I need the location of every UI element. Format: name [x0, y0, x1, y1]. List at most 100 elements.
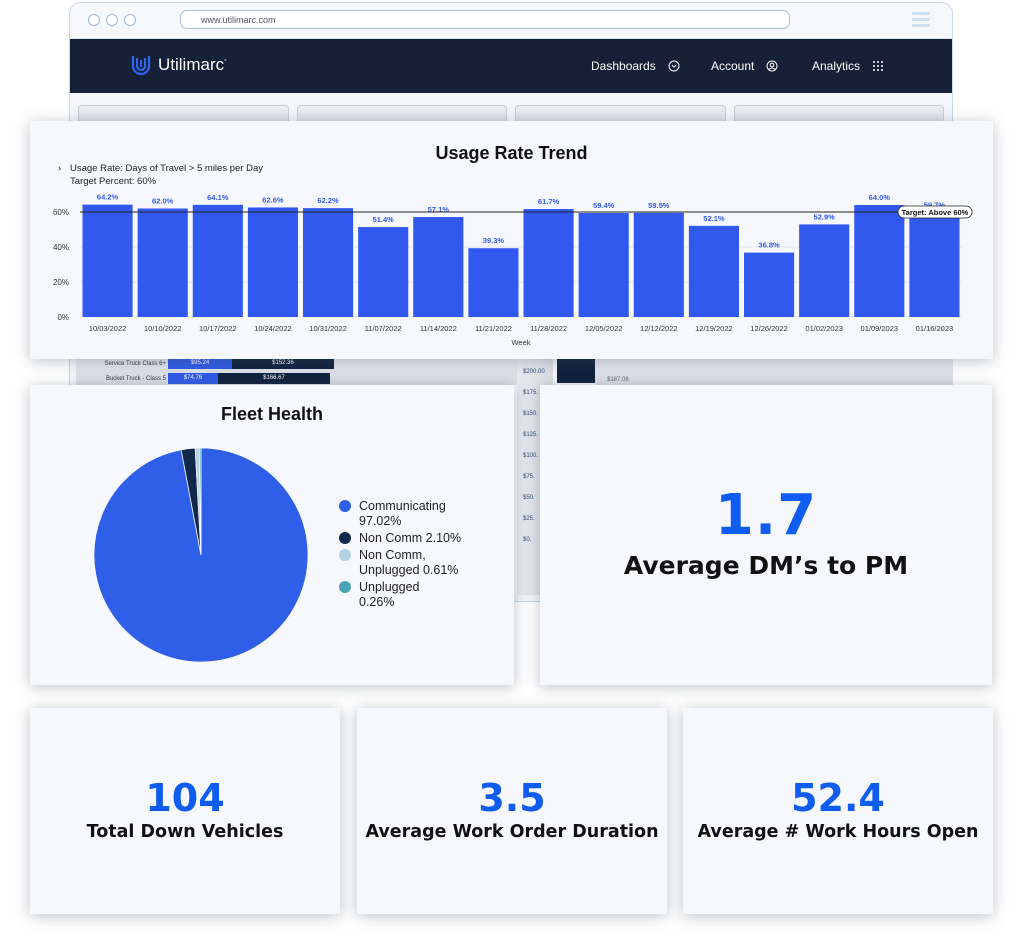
nav-analytics-label: Analytics — [812, 59, 861, 73]
background-panel: $187.06 — [595, 355, 953, 385]
nav-account[interactable]: Account — [711, 59, 778, 73]
legend-dot-icon — [339, 581, 351, 593]
bar-10/03/2022[interactable] — [82, 204, 133, 317]
bar-value-label: 64.2% — [97, 193, 119, 202]
bar-01/09/2023[interactable] — [854, 205, 905, 317]
bar-value-label: 62.6% — [262, 195, 284, 204]
axis-tick: $175. — [523, 390, 539, 396]
x-tick-label: 01/09/2023 — [861, 324, 899, 333]
fleet-health-card: Fleet Health Communicating 97.02% Non Co… — [30, 385, 514, 685]
chevron-circle-down-icon — [668, 60, 680, 72]
x-tick-label: 12/05/2022 — [585, 324, 623, 333]
row-bar-1: $74.76 — [168, 373, 218, 384]
fleet-health-pie — [93, 447, 309, 663]
kpi-work-order-duration: 3.5 Average Work Order Duration — [357, 708, 667, 914]
legend-label: Communicating — [359, 499, 446, 513]
x-tick-label: 10/03/2022 — [89, 324, 127, 333]
axis-tick: $75. — [523, 474, 535, 480]
x-tick-label: 10/24/2022 — [254, 324, 292, 333]
legend-label: Non Comm, — [359, 548, 426, 562]
bar-value-label: 52.9% — [814, 212, 836, 221]
bar-01/02/2023[interactable] — [799, 224, 850, 317]
usage-subtitle-line1: Usage Rate: Days of Travel > 5 miles per… — [70, 163, 263, 174]
legend-item-communicating[interactable]: Communicating 97.02% — [339, 499, 461, 529]
y-tick-label: 0% — [57, 313, 69, 322]
kpi-label: Total Down Vehicles — [86, 822, 284, 842]
bar-value-label: 51.4% — [373, 215, 395, 224]
row-bar-2: $152.36 — [232, 358, 334, 369]
legend-value: 0.26% — [359, 595, 395, 609]
axis-tick: $150. — [523, 411, 539, 417]
x-tick-label: 12/26/2022 — [750, 324, 788, 333]
bar-11/07/2022[interactable] — [358, 227, 409, 317]
user-circle-icon — [766, 60, 778, 72]
row-bar-1: $95.24 — [168, 358, 232, 369]
expand-chevron-icon[interactable]: › — [58, 162, 61, 175]
bar-11/14/2022[interactable] — [413, 217, 464, 317]
bar-12/26/2022[interactable] — [744, 252, 795, 317]
menu-icon[interactable] — [912, 12, 930, 30]
axis-tick: $200.00 — [523, 369, 545, 375]
kpi-value: 1.7 — [714, 483, 818, 548]
target-label: Target: Above 60% — [902, 208, 969, 217]
bar-10/24/2022[interactable] — [247, 207, 298, 317]
usage-rate-card: 0% 20% 40% 60% 64.2% 10/03/2022 62.0% 10/10/202… — [30, 121, 993, 359]
legend-item-non-comm[interactable]: Non Comm 2.10% — [339, 531, 461, 546]
legend-item-unplugged[interactable]: Unplugged 0.26% — [339, 580, 461, 610]
bar-value-label: 59.4% — [593, 201, 615, 210]
bar-12/19/2022[interactable] — [688, 225, 739, 317]
kpi-work-hours-open: 52.4 Average # Work Hours Open — [683, 708, 993, 914]
nav-dashboards-label: Dashboards — [591, 59, 656, 73]
nav-analytics[interactable]: Analytics — [812, 59, 884, 73]
kpi-total-down-vehicles: 104 Total Down Vehicles — [30, 708, 340, 914]
y-tick-label: 20% — [53, 278, 69, 287]
x-tick-label: 11/07/2022 — [365, 324, 402, 333]
axis-tick: $25. — [523, 516, 535, 522]
bar-11/21/2022[interactable] — [468, 248, 519, 317]
bar-10/31/2022[interactable] — [303, 208, 354, 317]
x-tick-label: 10/31/2022 — [309, 324, 347, 333]
address-bar[interactable]: www.utilimarc.com — [180, 10, 790, 29]
bar-10/17/2022[interactable] — [192, 204, 243, 317]
bar-10/10/2022[interactable] — [137, 208, 188, 318]
bar-12/12/2022[interactable] — [633, 212, 684, 317]
x-tick-label: 11/14/2022 — [420, 324, 457, 333]
x-tick-label: 01/16/2023 — [916, 324, 954, 333]
bar-01/16/2023[interactable] — [909, 212, 960, 317]
brand-logo[interactable]: Utilimarc° — [130, 54, 227, 76]
legend-dot-icon — [339, 532, 351, 544]
x-tick-label: 10/17/2022 — [199, 324, 237, 333]
bar-11/28/2022[interactable] — [523, 209, 574, 317]
usage-chart-subtitle[interactable]: › Usage Rate: Days of Travel > 5 miles p… — [58, 162, 263, 188]
x-tick-label: 12/19/2022 — [695, 324, 733, 333]
bar-value-label: 64.1% — [207, 193, 229, 202]
bar-value-label: 36.8% — [758, 241, 780, 250]
legend-value: 97.02% — [359, 514, 402, 528]
legend-label: Unplugged — [359, 580, 420, 594]
bar-value-label: 57.1% — [428, 205, 450, 214]
background-cost-chart: Service Truck Class 6+ $95.24 $152.36 $2… — [76, 355, 366, 385]
nav-dashboards[interactable]: Dashboards — [591, 59, 680, 73]
legend-dot-icon — [339, 549, 351, 561]
bar-value-label: 52.1% — [703, 214, 725, 223]
window-minimize-dot[interactable] — [106, 14, 118, 26]
legend-label: Non Comm 2.10% — [359, 531, 462, 545]
kpi-value: 104 — [145, 776, 225, 820]
y-tick-label: 40% — [53, 243, 69, 252]
background-bar — [557, 355, 595, 383]
fleet-health-title: Fleet Health — [220, 404, 324, 424]
legend-item-non-comm-unplugged[interactable]: Non Comm, Unplugged 0.61% — [339, 548, 461, 578]
bar-12/05/2022[interactable] — [578, 213, 629, 317]
x-tick-label: 12/12/2022 — [640, 324, 678, 333]
window-maximize-dot[interactable] — [124, 14, 136, 26]
background-row: Bucket Truck - Class 5 $74.76 $166.67 $2… — [76, 373, 366, 385]
row-label: Bucket Truck - Class 5 — [105, 376, 166, 382]
bar-value-label: 62.0% — [152, 197, 174, 206]
kpi-value: 3.5 — [478, 776, 546, 820]
bar-value-label: 61.7% — [538, 197, 560, 206]
top-navbar: Utilimarc° Dashboards Account Analytics — [70, 39, 952, 93]
window-close-dot[interactable] — [88, 14, 100, 26]
x-tick-label: 01/02/2023 — [805, 324, 843, 333]
axis-tick: $50. — [523, 495, 535, 501]
axis-tick: $100. — [523, 453, 539, 459]
